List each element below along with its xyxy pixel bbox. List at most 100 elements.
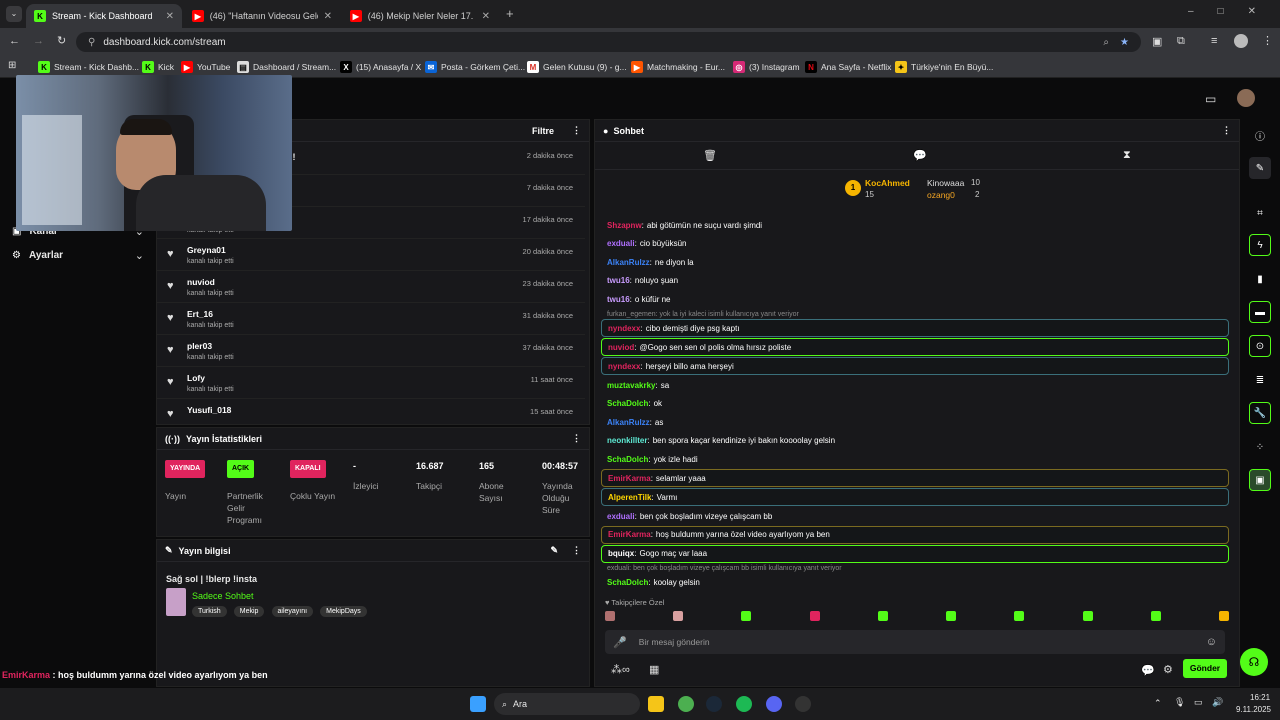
chat-username[interactable]: exduali xyxy=(607,239,635,248)
windows-start-icon[interactable] xyxy=(470,696,486,712)
emote-icon[interactable] xyxy=(1150,611,1161,621)
bookmark-item[interactable]: N Ana Sayfa - Netflix xyxy=(805,61,891,73)
chat-icon[interactable]: ▬ xyxy=(1249,301,1271,323)
nodes-icon[interactable]: ⁘ xyxy=(1249,436,1271,458)
clock-time[interactable]: 16:21 xyxy=(1250,693,1270,702)
file-explorer-icon[interactable] xyxy=(648,696,664,712)
bookmark-item[interactable]: K Kick xyxy=(142,61,174,73)
chat-username[interactable]: nyndexx xyxy=(608,362,640,371)
site-info-icon[interactable]: ⚲ xyxy=(88,37,95,48)
chat-bubble-icon[interactable]: 💬 xyxy=(913,149,927,162)
chat-bubble-icon[interactable]: 💬 xyxy=(1141,664,1155,677)
chat-username[interactable]: EmirKarma xyxy=(608,530,651,539)
emote-icon[interactable] xyxy=(1082,611,1093,621)
emoji-icon[interactable]: ☺ xyxy=(1206,636,1217,648)
tab-search-button[interactable]: ⌄ xyxy=(6,6,22,22)
emote-icon[interactable] xyxy=(1014,611,1025,621)
more-icon[interactable]: ⋮ xyxy=(572,433,581,444)
info-icon[interactable]: ⓘ xyxy=(1249,124,1271,146)
tag[interactable]: aileyayını xyxy=(271,606,314,617)
speaker-icon[interactable]: 🔊 xyxy=(1212,697,1223,708)
mic-icon[interactable]: 🎙 xyxy=(1174,697,1185,708)
wrench-icon[interactable]: 🔧 xyxy=(1249,402,1271,424)
new-tab-button[interactable]: + xyxy=(506,6,514,21)
menu-icon[interactable]: ⋮ xyxy=(1262,34,1273,47)
layers-icon[interactable]: ≣ xyxy=(1249,369,1271,391)
sidebar-item-ayarlar[interactable]: ⚙ Ayarlar ⌄ xyxy=(12,249,144,262)
trash-icon[interactable]: 🗑 xyxy=(703,149,717,162)
media-icon[interactable]: ≡ xyxy=(1211,35,1217,47)
steam-icon[interactable] xyxy=(706,696,722,712)
chat-username[interactable]: SchaDolch xyxy=(607,578,648,587)
broadcast-icon[interactable]: ⊙ xyxy=(1249,335,1271,357)
emote-icon[interactable] xyxy=(1218,611,1229,621)
bookmark-item[interactable]: ◎ (3) Instagram xyxy=(733,61,800,73)
bookmark-item[interactable]: X (15) Anasayfa / X xyxy=(340,61,421,73)
extension-icon[interactable]: ▣ xyxy=(1152,35,1162,48)
tag[interactable]: MekipDays xyxy=(320,606,367,617)
gear-icon[interactable]: ⚙ xyxy=(1163,663,1173,676)
support-button[interactable]: ☊ xyxy=(1240,648,1268,676)
zoom-icon[interactable]: ⌕ xyxy=(1103,37,1109,48)
obs-icon[interactable] xyxy=(795,696,811,712)
chat-username[interactable]: SchaDolch xyxy=(607,399,648,408)
studio-icon[interactable]: ▭ xyxy=(1205,92,1216,106)
emote-icon[interactable] xyxy=(741,611,752,621)
bookmark-item[interactable]: ▶ Matchmaking - Eur... xyxy=(631,61,725,73)
tag[interactable]: Turkish xyxy=(192,606,227,617)
taskbar-search[interactable]: ⌕ Ara xyxy=(494,693,640,715)
forward-icon[interactable]: → xyxy=(33,35,44,47)
puzzle-icon[interactable]: ⧉ xyxy=(1177,35,1185,48)
chat-username[interactable]: nuviod xyxy=(608,343,634,352)
chat-input[interactable]: 🎤 Bir mesaj gönderin ☺ xyxy=(605,630,1225,654)
hourglass-icon[interactable]: ⧗ xyxy=(1123,149,1131,162)
bolt-icon[interactable]: ϟ xyxy=(1249,234,1271,256)
tray-chevron-icon[interactable]: ⌃ xyxy=(1154,698,1162,709)
display-icon[interactable]: ▭ xyxy=(1194,697,1203,708)
chat-username[interactable]: bquiqx xyxy=(608,549,634,558)
chat-username[interactable]: AlperenTilk xyxy=(608,493,651,502)
bookmark-item[interactable]: K Stream - Kick Dashb... xyxy=(38,61,139,73)
chat-username[interactable]: exduali xyxy=(607,512,635,521)
gift-icon[interactable]: ⁂∞ xyxy=(611,663,630,676)
chat-username[interactable]: SchaDolch xyxy=(607,455,648,464)
user-avatar[interactable] xyxy=(1237,89,1255,107)
emote-icon[interactable] xyxy=(605,611,615,621)
spotify-icon[interactable] xyxy=(736,696,752,712)
close-icon[interactable]: ✕ xyxy=(324,11,332,22)
profile-avatar[interactable] xyxy=(1234,34,1248,48)
bookmark-item[interactable]: M Gelen Kutusu (9) - g... xyxy=(527,61,627,73)
chrome-icon[interactable] xyxy=(678,696,694,712)
close-icon[interactable]: ✕ xyxy=(482,11,490,22)
pencil-icon[interactable]: ✎ xyxy=(1249,157,1271,179)
bookmark-item[interactable]: ▤ Dashboard / Stream... xyxy=(237,61,336,73)
emote-icon[interactable] xyxy=(809,611,820,621)
chat-username[interactable]: twu16 xyxy=(607,295,630,304)
reload-icon[interactable]: ↻ xyxy=(57,34,66,47)
edit-icon[interactable]: ✎ xyxy=(550,545,558,556)
send-button[interactable]: Gönder xyxy=(1183,659,1227,678)
tab-youtube-1[interactable]: ▶ (46) "Haftanın Videosu Geldi" K ✕ xyxy=(184,4,340,28)
star-icon[interactable]: ★ xyxy=(1120,37,1129,48)
emote-icon[interactable] xyxy=(673,611,684,621)
chat-username[interactable]: EmirKarma xyxy=(608,474,651,483)
category-thumbnail[interactable] xyxy=(166,588,186,616)
app-icon[interactable]: ▣ xyxy=(1249,469,1271,491)
chat-username[interactable]: nyndexx xyxy=(608,324,640,333)
document-icon[interactable]: ▮ xyxy=(1249,268,1271,290)
address-bar[interactable]: ⚲ dashboard.kick.com/stream ⌕ ★ xyxy=(76,32,1141,52)
tag[interactable]: Mekip xyxy=(233,606,265,617)
more-icon[interactable]: ⋮ xyxy=(572,125,581,136)
filter-button[interactable]: Filtre xyxy=(532,126,554,136)
emote-icon[interactable] xyxy=(877,611,888,621)
bookmark-item[interactable]: ▶ YouTube xyxy=(181,61,230,73)
clock-date[interactable]: 9.11.2025 xyxy=(1236,705,1271,714)
discord-icon[interactable] xyxy=(766,696,782,712)
chat-username[interactable]: neonkillter xyxy=(607,436,647,445)
category-link[interactable]: Sadece Sohbet xyxy=(192,591,254,601)
more-icon[interactable]: ⋮ xyxy=(1222,125,1231,136)
bookmark-item[interactable]: ✦ Türkiye'nin En Büyü... xyxy=(895,61,993,73)
chat-username[interactable]: AlkanRulzz xyxy=(607,418,650,427)
window-controls[interactable]: –□✕ xyxy=(1188,6,1280,17)
tab-kick-dashboard[interactable]: K Stream - Kick Dashboard ✕ xyxy=(26,4,182,28)
